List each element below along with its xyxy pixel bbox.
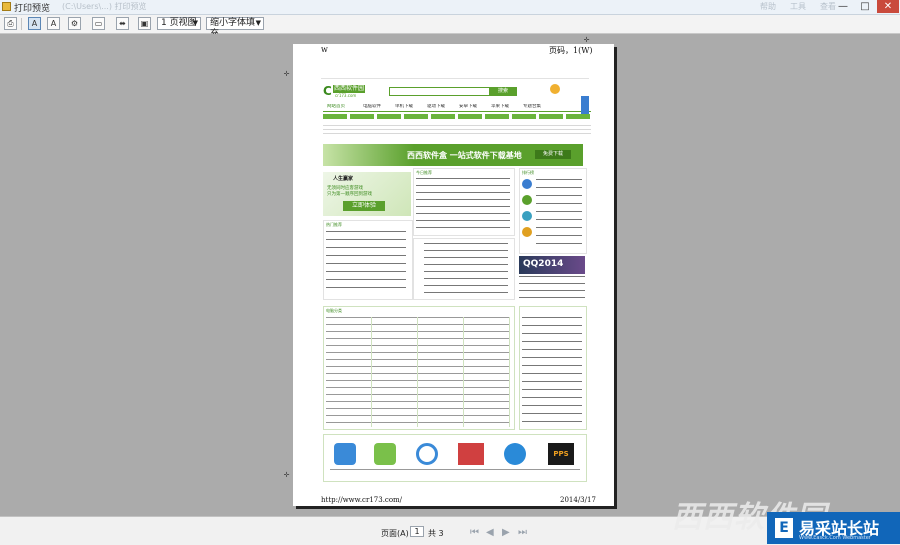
header-footer-icon[interactable]: ▭ bbox=[92, 17, 105, 30]
margin-handle-icon[interactable]: ✛ bbox=[583, 37, 590, 44]
chevron-down-icon: ▼ bbox=[255, 19, 261, 27]
print-icon[interactable]: ⎙ bbox=[4, 17, 17, 30]
portrait-icon[interactable]: A bbox=[28, 17, 41, 30]
faint-menu-tools: 工具 bbox=[790, 2, 806, 11]
banner-text: 西西软件盒 一站式软件下载基地 bbox=[407, 151, 522, 160]
ad-title: 人生赢家 bbox=[333, 176, 354, 182]
next-page-icon[interactable]: ▶ bbox=[502, 527, 510, 538]
prev-page-icon[interactable]: ◀ bbox=[486, 527, 494, 538]
site-search-input[interactable] bbox=[389, 87, 491, 96]
qq-banner-text: QQ2014 bbox=[523, 259, 564, 269]
qq-banner[interactable]: QQ2014 bbox=[519, 256, 585, 274]
site-logo: C 西西软件园 cr173.com bbox=[323, 84, 365, 98]
category-grid: 电脑分类 bbox=[323, 306, 515, 430]
watermark-brand: E 易采站长站 Www.Easck.Com Webmaster bbox=[767, 512, 900, 544]
brand-logo-icon: E bbox=[775, 518, 793, 538]
full-page-icon[interactable]: ▣ bbox=[138, 17, 151, 30]
brand-subtext: Www.Easck.Com Webmaster bbox=[799, 535, 871, 541]
preview-page: w 页码，1(W) C 西西软件园 cr173.com 搜索 网站首页 电脑软件… bbox=[293, 44, 614, 506]
site-subnav bbox=[323, 114, 591, 119]
settings-icon[interactable]: ⚙ bbox=[68, 17, 81, 30]
site-nav-item[interactable]: 网站首页 bbox=[327, 104, 345, 109]
scale-select[interactable]: 缩小字体填充 ▼ bbox=[206, 17, 264, 39]
app-icon[interactable]: PPS bbox=[548, 443, 574, 465]
faint-menu-help: 帮助 bbox=[760, 2, 776, 11]
view-mode-select[interactable]: 1 页视图 ▼ bbox=[157, 17, 201, 30]
page-number-input[interactable]: 1 bbox=[410, 526, 424, 537]
site-weather-icon bbox=[550, 84, 560, 94]
margin-handle-icon[interactable]: ✛ bbox=[283, 472, 290, 479]
left-list: 热门推荐 bbox=[323, 220, 413, 300]
margin-handle-icon[interactable]: ✛ bbox=[283, 71, 290, 78]
side-rank-list bbox=[519, 306, 587, 430]
category-title: 电脑分类 bbox=[326, 308, 342, 313]
site-nav-item[interactable]: 电脑软件 bbox=[363, 104, 381, 109]
landscape-icon[interactable]: A bbox=[47, 17, 60, 30]
site-banner[interactable]: 西西软件盒 一站式软件下载基地 免费下载 bbox=[323, 144, 583, 166]
site-side-tab[interactable] bbox=[581, 96, 589, 114]
ad-button[interactable]: 立即体验 bbox=[343, 201, 385, 211]
app-icon bbox=[2, 2, 11, 11]
last-page-icon[interactable]: ⏭ bbox=[518, 527, 527, 538]
site-search-button[interactable]: 搜索 bbox=[489, 87, 517, 96]
ad-line2: 只为第一顺序回到游戏 bbox=[327, 192, 372, 197]
hot-title: 热门推荐 bbox=[326, 222, 342, 227]
page-label: 页面(A) bbox=[381, 529, 409, 538]
site-nav-item[interactable]: 苹果下载 bbox=[491, 104, 509, 109]
chevron-down-icon: ▼ bbox=[192, 19, 198, 27]
page-header-right: 页码，1(W) bbox=[549, 46, 593, 55]
page-footer-left: http://www.cr173.com/ bbox=[321, 496, 403, 504]
today-list: 今日推荐 bbox=[413, 168, 515, 236]
hot-list bbox=[413, 238, 515, 300]
ad-block[interactable]: 人生赢家 无须同时应客游戏 只为第一顺序回到游戏 立即体验 bbox=[323, 172, 411, 216]
recommend-list bbox=[519, 276, 585, 298]
window-title: 打印预览 bbox=[14, 4, 51, 14]
app-icon[interactable] bbox=[374, 443, 396, 465]
toolbar: ⎙ A A ⚙ ▭ ⬌ ▣ 1 页视图 ▼ 缩小字体填充 ▼ bbox=[0, 15, 900, 39]
app-icon[interactable] bbox=[504, 443, 526, 465]
window-subtitle: (C:\Users\...) 打印预览 bbox=[62, 2, 147, 11]
site-nav-item[interactable]: 驱动下载 bbox=[427, 104, 445, 109]
site-link-rows bbox=[323, 122, 591, 136]
ranking-title: 排行榜 bbox=[522, 170, 534, 175]
ranking-panel: 排行榜 bbox=[519, 168, 587, 254]
site-nav-item[interactable]: 安卓下载 bbox=[459, 104, 477, 109]
app-icon[interactable] bbox=[458, 443, 484, 465]
app-icon[interactable] bbox=[334, 443, 356, 465]
banner-button[interactable]: 免费下载 bbox=[535, 150, 571, 159]
view-mode-value: 1 页视图 bbox=[161, 18, 197, 28]
site-top-bar bbox=[321, 74, 589, 79]
site-nav: 网站首页 电脑软件 单机下载 驱动下载 安卓下载 苹果下载 专题合集 bbox=[323, 103, 591, 112]
page-total: 共 3 bbox=[428, 529, 444, 538]
toolbar-separator bbox=[21, 18, 22, 30]
bottom-apps: PPS bbox=[323, 434, 587, 482]
title-bar: 打印预览 (C:\Users\...) 打印预览 帮助 工具 查看 — □ ✕ bbox=[0, 0, 900, 15]
site-nav-item[interactable]: 单机下载 bbox=[395, 104, 413, 109]
app-icon[interactable] bbox=[416, 443, 438, 465]
logo-text: 西西软件园 bbox=[333, 85, 365, 93]
first-page-icon[interactable]: ⏮ bbox=[470, 527, 479, 538]
page-footer-right: 2014/3/17 bbox=[560, 496, 596, 504]
site-nav-item[interactable]: 专题合集 bbox=[523, 104, 541, 109]
page-header-left: w bbox=[321, 45, 328, 54]
close-button[interactable]: ✕ bbox=[877, 0, 899, 13]
maximize-button[interactable]: □ bbox=[854, 0, 876, 13]
logo-url: cr173.com bbox=[335, 93, 357, 98]
today-title: 今日推荐 bbox=[416, 170, 432, 175]
full-width-icon[interactable]: ⬌ bbox=[116, 17, 129, 30]
minimize-button[interactable]: — bbox=[832, 0, 854, 13]
